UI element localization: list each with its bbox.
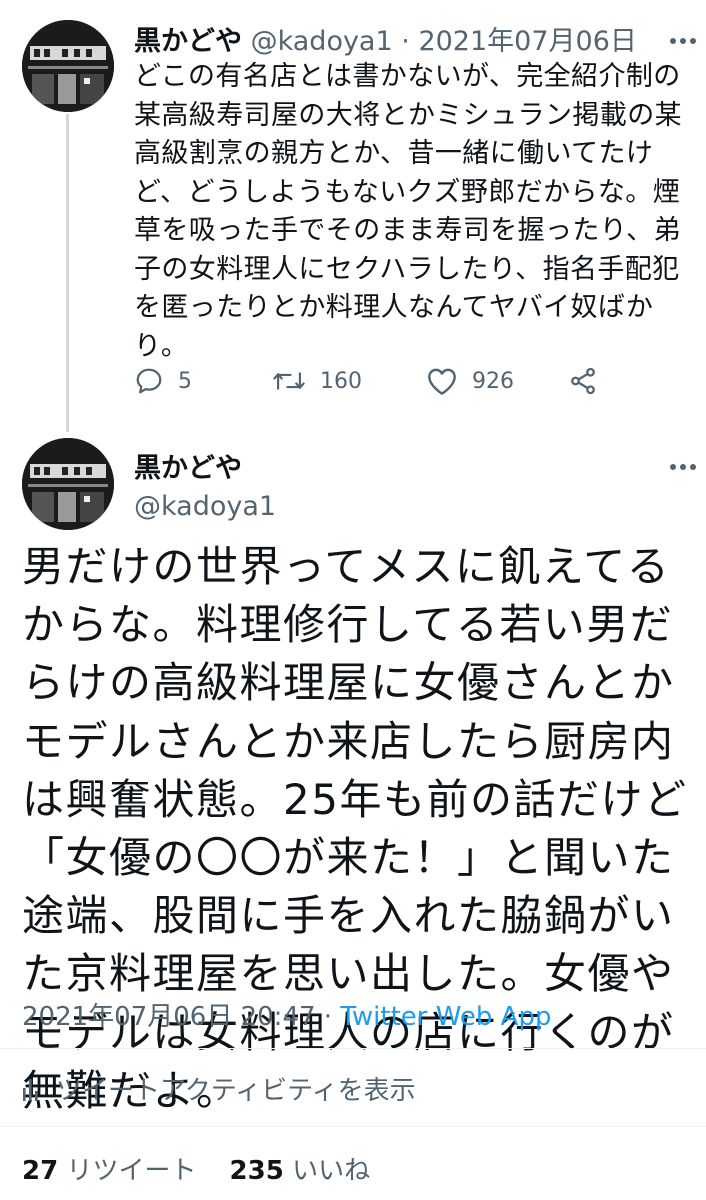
tweet-header: 黒かどや @kadoya1 · 2021年07月06日: [134, 22, 637, 62]
retweet-label: リツイート: [66, 1156, 197, 1186]
handle[interactable]: @kadoya1: [134, 491, 276, 522]
tweet-timestamp[interactable]: 2021年07月06日 20:47: [22, 1002, 316, 1032]
divider: [0, 1048, 706, 1049]
thread-connector-line: [66, 114, 69, 432]
analytics-icon: [23, 1078, 38, 1101]
likes-stat[interactable]: 235 いいね: [230, 1156, 371, 1186]
retweet-icon: [272, 372, 306, 390]
divider: [0, 1126, 706, 1127]
like-label: いいね: [292, 1156, 371, 1186]
reply-button[interactable]: 5: [134, 366, 192, 396]
display-name[interactable]: 黒かどや: [134, 26, 242, 57]
tweet-text: どこの有名店とは書かないが、完全紹介制の某高級寿司屋の大将とかミシュラン掲載の某…: [134, 61, 682, 362]
separator: ·: [323, 1002, 333, 1032]
tweet-stats: 27 リツイート 235 いいね: [22, 1150, 370, 1187]
reply-count: 5: [178, 368, 192, 394]
like-total: 235: [229, 1156, 284, 1186]
avatar[interactable]: [22, 20, 114, 112]
retweet-button[interactable]: 160: [272, 366, 362, 396]
tweet-activity-label: ツイートアクティビティを表示: [56, 1076, 416, 1106]
tweet-date[interactable]: 2021年07月06日: [418, 26, 636, 57]
retweets-stat[interactable]: 27 リツイート: [22, 1156, 196, 1186]
like-icon: [428, 368, 456, 395]
avatar[interactable]: [22, 438, 114, 530]
tweet-activity-link[interactable]: ツイートアクティビティを表示: [22, 1070, 416, 1107]
like-button[interactable]: 926: [426, 366, 514, 396]
share-button[interactable]: [568, 366, 598, 396]
more-icon[interactable]: [670, 464, 696, 472]
source-app-link[interactable]: Twitter Web App: [340, 1002, 551, 1032]
share-icon: [571, 367, 595, 395]
retweet-count: 160: [320, 368, 362, 394]
more-icon[interactable]: [670, 38, 696, 46]
reply-icon: [136, 368, 162, 394]
display-name[interactable]: 黒かどや: [134, 446, 242, 485]
retweet-total: 27: [22, 1156, 59, 1186]
separator: ·: [401, 26, 410, 57]
tweet-meta: 2021年07月06日 20:47 · Twitter Web App: [22, 996, 551, 1033]
handle[interactable]: @kadoya1: [251, 26, 393, 57]
like-count: 926: [472, 368, 514, 394]
